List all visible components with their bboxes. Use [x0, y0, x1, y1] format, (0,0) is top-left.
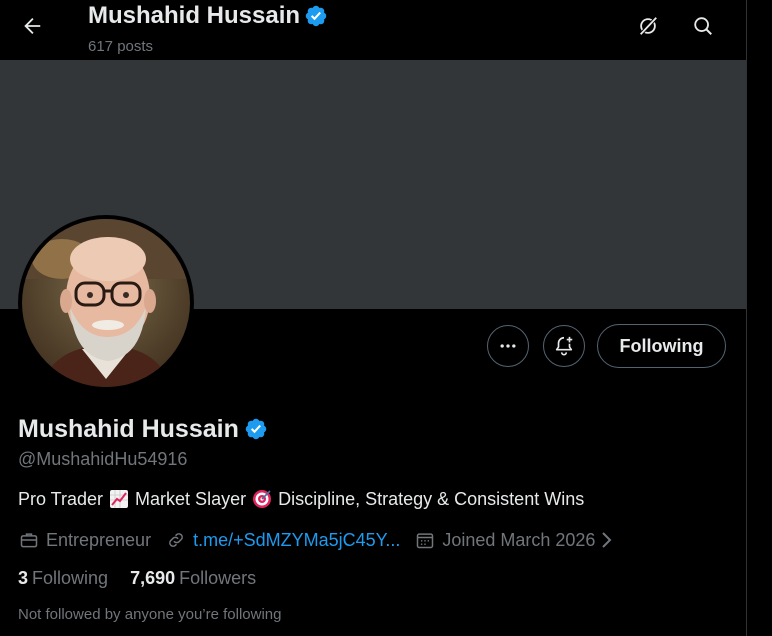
- profession-text: Entrepreneur: [46, 529, 152, 550]
- not-followed-note: Not followed by anyone you’re following: [18, 606, 282, 623]
- briefcase-icon: [18, 529, 40, 551]
- grok-button[interactable]: [630, 8, 666, 44]
- profile-bio: Pro Trader Market Slayer Discipline, Str…: [18, 488, 584, 510]
- following-button[interactable]: Following: [597, 324, 726, 368]
- avatar-image: [22, 219, 190, 387]
- verified-badge-icon: [305, 5, 327, 27]
- posts-count: 617 posts: [88, 38, 154, 55]
- search-icon: [694, 17, 712, 35]
- calendar-icon: [414, 529, 436, 551]
- header-name: Mushahid Hussain: [88, 2, 301, 29]
- profile-meta: Entrepreneur t.me/+SdMZYMa5jC45Y... Join…: [18, 527, 627, 553]
- grok-icon: [639, 16, 658, 36]
- following-count-link[interactable]: 3 Following: [18, 568, 108, 589]
- bio-text-3: Discipline, Strategy & Consistent Wins: [278, 488, 585, 509]
- profile-name-text: Mushahid Hussain: [18, 415, 239, 443]
- right-sidebar-edge: [747, 0, 772, 636]
- followers-label: Followers: [179, 568, 257, 588]
- profile-link[interactable]: t.me/+SdMZYMa5jC45Y...: [165, 529, 400, 551]
- joined-date: Joined March 2026: [414, 529, 613, 551]
- more-icon: [500, 344, 516, 348]
- arrow-left-icon: [24, 18, 41, 34]
- avatar[interactable]: [18, 215, 194, 391]
- more-button[interactable]: [487, 325, 529, 367]
- followers-count-link[interactable]: 7,690 Followers: [130, 568, 256, 589]
- joined-text: Joined March 2026: [442, 529, 596, 550]
- header-title: Mushahid Hussain: [88, 2, 328, 30]
- top-bar: Mushahid Hussain 617 posts: [0, 0, 746, 60]
- followers-count: 7,690: [130, 568, 176, 588]
- following-count: 3: [18, 568, 29, 588]
- profile-name: Mushahid Hussain: [18, 413, 268, 445]
- header-title-block: Mushahid Hussain 617 posts: [88, 2, 328, 55]
- following-label: Following: [32, 568, 109, 588]
- search-button[interactable]: [685, 8, 721, 44]
- follow-counts: 3 Following 7,690 Followers: [18, 568, 256, 589]
- profile-handle: @MushahidHu54916: [18, 449, 188, 469]
- bio-text-1: Pro Trader: [18, 488, 104, 509]
- bio-text-2: Market Slayer: [135, 488, 247, 509]
- chart-increasing-icon: [108, 488, 130, 510]
- profile-column: Mushahid Hussain 617 posts Following Mus…: [0, 0, 746, 636]
- link-icon: [165, 529, 187, 551]
- verified-badge-icon[interactable]: [244, 417, 268, 441]
- chevron-right-icon[interactable]: [599, 531, 613, 549]
- profile-link-text[interactable]: t.me/+SdMZYMa5jC45Y...: [193, 530, 400, 551]
- profession: Entrepreneur: [18, 529, 151, 551]
- bell-plus-icon: [555, 336, 573, 356]
- back-button[interactable]: [14, 8, 50, 44]
- direct-hit-icon: [251, 488, 273, 510]
- notifications-button[interactable]: [543, 325, 585, 367]
